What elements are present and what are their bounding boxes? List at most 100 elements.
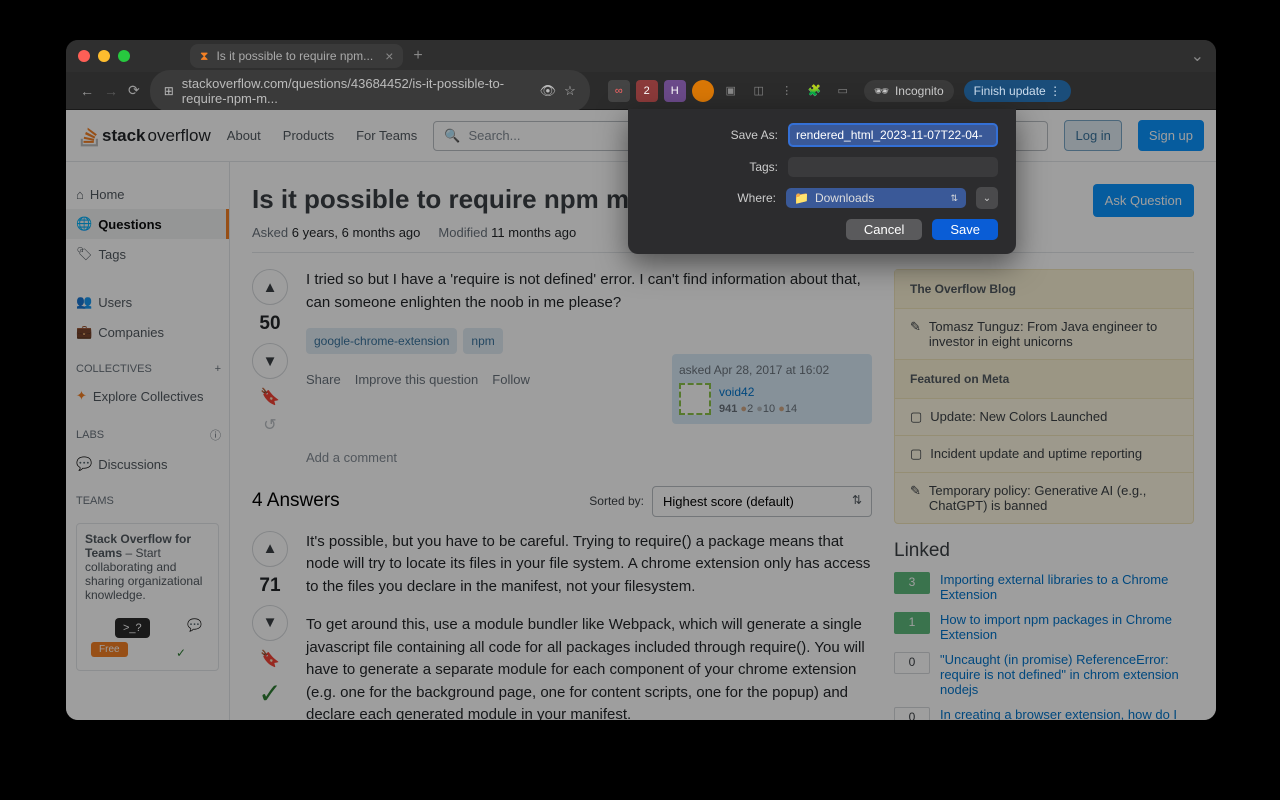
follow-link[interactable]: Follow: [492, 370, 530, 390]
linked-link[interactable]: Importing external libraries to a Chrome…: [940, 572, 1194, 602]
primary-nav: About Products For Teams: [227, 128, 417, 143]
history-icon[interactable]: ↺: [263, 415, 276, 435]
cancel-button[interactable]: Cancel: [846, 219, 922, 240]
meta-text: Temporary policy: Generative AI (e.g., C…: [929, 483, 1178, 513]
finish-update-button[interactable]: Finish update ⋮: [964, 80, 1071, 102]
tags-input[interactable]: [788, 157, 998, 177]
bookmark-icon[interactable]: 🔖: [260, 649, 280, 669]
sidebar-label: Tags: [99, 247, 126, 262]
vote-count: 71: [259, 575, 280, 597]
downvote-button[interactable]: ▼: [252, 605, 288, 641]
sidebar-item-tags[interactable]: 🏷Tags: [66, 239, 229, 269]
labs-label: LABS: [76, 429, 104, 441]
meta-text: Update: New Colors Launched: [930, 409, 1107, 425]
browser-tab[interactable]: ⧗ Is it possible to require npm... ×: [190, 44, 403, 68]
answer-post: ▲ 71 ▼ 🔖 ✓ It's possible, but you have t…: [252, 531, 872, 721]
bookmark-icon[interactable]: ☆: [564, 83, 576, 99]
tags-label: Tags:: [749, 160, 778, 174]
ext-icon-5[interactable]: ▣: [720, 80, 742, 102]
chat-graphic: 💬: [187, 618, 202, 632]
upvote-button[interactable]: ▲: [252, 531, 288, 567]
linked-header: Linked: [894, 540, 1194, 562]
ext-icon-6[interactable]: ◫: [748, 80, 770, 102]
where-value: Downloads: [815, 191, 874, 205]
sidebar-item-companies[interactable]: 💼Companies: [66, 317, 229, 347]
nav-about[interactable]: About: [227, 128, 261, 143]
expand-button[interactable]: ⌄: [976, 187, 998, 209]
gold: 2: [747, 403, 753, 415]
meta-item[interactable]: ✎Temporary policy: Generative AI (e.g., …: [895, 473, 1193, 523]
ext-icon-1[interactable]: ∞: [608, 80, 630, 102]
so-logo[interactable]: stackoverflow: [78, 125, 211, 147]
sidebar-item-discussions[interactable]: 💬Discussions: [66, 449, 229, 479]
improve-link[interactable]: Improve this question: [355, 370, 479, 390]
forward-button[interactable]: →: [104, 83, 118, 99]
ext-icon-4[interactable]: [692, 80, 714, 102]
plus-icon[interactable]: +: [215, 363, 221, 375]
blog-item[interactable]: ✎Tomasz Tunguz: From Java engineer to in…: [895, 309, 1193, 360]
share-link[interactable]: Share: [306, 370, 341, 390]
select-arrows-icon: ⇅: [950, 193, 958, 204]
ask-question-button[interactable]: Ask Question: [1093, 184, 1194, 217]
vote-column: ▲ 50 ▼ 🔖 ↺: [252, 269, 288, 468]
sidebar-item-explore[interactable]: ✦Explore Collectives: [66, 381, 229, 411]
linked-link[interactable]: "Uncaught (in promise) ReferenceError: r…: [940, 652, 1194, 697]
upvote-button[interactable]: ▲: [252, 269, 288, 305]
signup-button[interactable]: Sign up: [1138, 120, 1204, 151]
nav-products[interactable]: Products: [283, 128, 334, 143]
sidebar-item-home[interactable]: ⌂Home: [66, 180, 229, 209]
overflow-blog-box: The Overflow Blog ✎Tomasz Tunguz: From J…: [894, 269, 1194, 524]
modified-label: Modified: [438, 225, 487, 240]
back-button[interactable]: ←: [80, 83, 94, 99]
ext-icon-3[interactable]: H: [664, 80, 686, 102]
owner-name[interactable]: void42: [719, 383, 797, 401]
hide-icon[interactable]: 👁: [540, 83, 557, 99]
downvote-button[interactable]: ▼: [252, 343, 288, 379]
vote-count: 50: [259, 313, 280, 335]
tab-dropdown-icon[interactable]: ⌄: [1191, 46, 1204, 66]
tag[interactable]: google-chrome-extension: [306, 328, 457, 354]
reload-button[interactable]: ⟳: [128, 82, 140, 99]
meta-item[interactable]: ▢Update: New Colors Launched: [895, 399, 1193, 436]
sidebar-label: Questions: [98, 217, 162, 232]
ext-icon-9[interactable]: ▭: [832, 80, 854, 102]
ext-icon-8[interactable]: 🧩: [804, 80, 826, 102]
minimize-window-button[interactable]: [98, 50, 110, 62]
tag[interactable]: npm: [463, 328, 502, 354]
linked-item: 3Importing external libraries to a Chrom…: [894, 572, 1194, 602]
close-window-button[interactable]: [78, 50, 90, 62]
maximize-window-button[interactable]: [118, 50, 130, 62]
sidebar-item-users[interactable]: 👥Users: [66, 287, 229, 317]
star-icon: ✦: [76, 388, 87, 404]
linked-link[interactable]: In creating a browser extension, how do …: [940, 707, 1194, 720]
add-comment-link[interactable]: Add a comment: [306, 438, 872, 468]
left-sidebar: ⌂Home 🌐Questions 🏷Tags 👥Users 💼Companies…: [66, 162, 230, 720]
asked-label: Asked: [252, 225, 288, 240]
new-tab-button[interactable]: +: [413, 47, 422, 65]
stackoverflow-icon: [78, 125, 100, 147]
sort-label: Sorted by:: [589, 494, 644, 508]
ext-icon-7[interactable]: ⋮: [776, 80, 798, 102]
login-button[interactable]: Log in: [1064, 120, 1121, 151]
teams-header: TEAMS: [66, 479, 229, 513]
answers-count: 4 Answers: [252, 490, 340, 512]
linked-item: 1How to import npm packages in Chrome Ex…: [894, 612, 1194, 642]
save-button[interactable]: Save: [932, 219, 998, 240]
meta-item[interactable]: ▢Incident update and uptime reporting: [895, 436, 1193, 473]
where-select[interactable]: 📁 Downloads ⇅: [786, 188, 966, 208]
bookmark-icon[interactable]: 🔖: [260, 387, 280, 407]
sort-select[interactable]: Highest score (default): [652, 486, 872, 517]
terminal-graphic: >_?: [115, 618, 150, 638]
save-as-label: Save As:: [731, 128, 778, 142]
site-settings-icon[interactable]: ⊞: [164, 84, 174, 98]
tab-close-icon[interactable]: ×: [385, 48, 393, 64]
info-icon[interactable]: ⓘ: [210, 427, 221, 443]
user-avatar[interactable]: [679, 383, 711, 415]
nav-teams[interactable]: For Teams: [356, 128, 417, 143]
linked-link[interactable]: How to import npm packages in Chrome Ext…: [940, 612, 1194, 642]
ext-icon-2[interactable]: 2: [636, 80, 658, 102]
sidebar-item-questions[interactable]: 🌐Questions: [66, 209, 229, 239]
where-label: Where:: [737, 191, 776, 205]
save-as-input[interactable]: [788, 123, 998, 147]
address-bar[interactable]: ⊞ stackoverflow.com/questions/43684452/i…: [150, 70, 590, 112]
